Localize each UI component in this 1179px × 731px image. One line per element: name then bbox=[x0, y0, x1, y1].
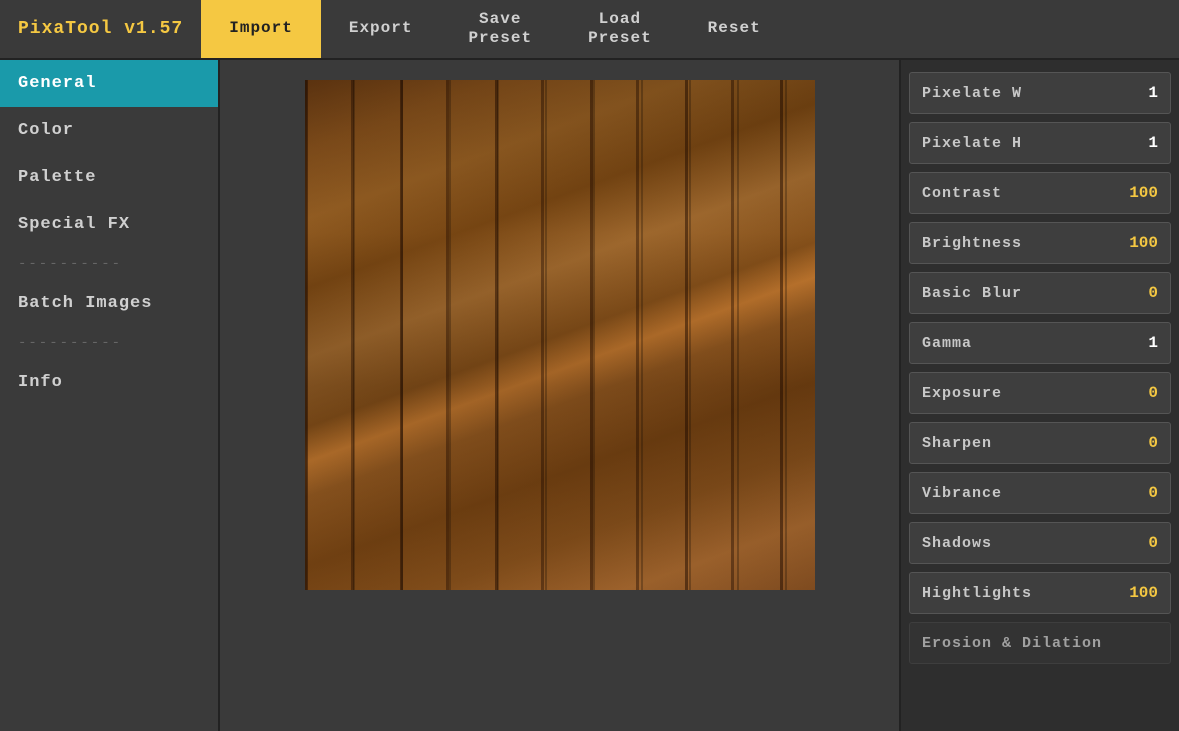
control-exposure[interactable]: Exposure 0 bbox=[909, 372, 1171, 414]
topbar: PixaTool v1.57 Import Export Save Preset… bbox=[0, 0, 1179, 60]
reset-button[interactable]: Reset bbox=[680, 0, 789, 58]
control-pixelate-h[interactable]: Pixelate H 1 bbox=[909, 122, 1171, 164]
sidebar-item-batch-images[interactable]: Batch Images bbox=[0, 280, 218, 327]
control-basic-blur[interactable]: Basic Blur 0 bbox=[909, 272, 1171, 314]
basic-blur-label: Basic Blur bbox=[922, 285, 1022, 302]
highlights-label: Hightlights bbox=[922, 585, 1032, 602]
brightness-label: Brightness bbox=[922, 235, 1022, 252]
highlights-value: 100 bbox=[1129, 584, 1158, 602]
import-button[interactable]: Import bbox=[201, 0, 321, 58]
sidebar-item-special-fx[interactable]: Special FX bbox=[0, 201, 218, 248]
sidebar-divider-2: ---------- bbox=[0, 327, 218, 359]
control-erosion-dilation[interactable]: Erosion & Dilation bbox=[909, 622, 1171, 664]
shadows-value: 0 bbox=[1148, 534, 1158, 552]
control-sharpen[interactable]: Sharpen 0 bbox=[909, 422, 1171, 464]
control-highlights[interactable]: Hightlights 100 bbox=[909, 572, 1171, 614]
contrast-label: Contrast bbox=[922, 185, 1002, 202]
right-panel: Pixelate W 1 Pixelate H 1 Contrast 100 B… bbox=[899, 60, 1179, 731]
vibrance-label: Vibrance bbox=[922, 485, 1002, 502]
brightness-value: 100 bbox=[1129, 234, 1158, 252]
sharpen-label: Sharpen bbox=[922, 435, 992, 452]
pixelate-h-value: 1 bbox=[1148, 134, 1158, 152]
pixelate-h-label: Pixelate H bbox=[922, 135, 1022, 152]
exposure-value: 0 bbox=[1148, 384, 1158, 402]
sidebar: General Color Palette Special FX -------… bbox=[0, 60, 220, 731]
exposure-label: Exposure bbox=[922, 385, 1002, 402]
pixelate-w-value: 1 bbox=[1148, 84, 1158, 102]
erosion-dilation-label: Erosion & Dilation bbox=[922, 635, 1102, 652]
sidebar-divider-1: ---------- bbox=[0, 248, 218, 280]
control-gamma[interactable]: Gamma 1 bbox=[909, 322, 1171, 364]
basic-blur-value: 0 bbox=[1148, 284, 1158, 302]
app-brand: PixaTool v1.57 bbox=[0, 0, 201, 58]
sidebar-item-info[interactable]: Info bbox=[0, 359, 218, 406]
sidebar-item-general[interactable]: General bbox=[0, 60, 218, 107]
control-pixelate-w[interactable]: Pixelate W 1 bbox=[909, 72, 1171, 114]
gamma-value: 1 bbox=[1148, 334, 1158, 352]
save-preset-button[interactable]: Save Preset bbox=[440, 0, 560, 58]
image-preview bbox=[305, 80, 815, 590]
contrast-value: 100 bbox=[1129, 184, 1158, 202]
control-contrast[interactable]: Contrast 100 bbox=[909, 172, 1171, 214]
sharpen-value: 0 bbox=[1148, 434, 1158, 452]
canvas-area bbox=[220, 60, 899, 731]
vibrance-value: 0 bbox=[1148, 484, 1158, 502]
sidebar-item-color[interactable]: Color bbox=[0, 107, 218, 154]
main-area: General Color Palette Special FX -------… bbox=[0, 60, 1179, 731]
control-shadows[interactable]: Shadows 0 bbox=[909, 522, 1171, 564]
export-button[interactable]: Export bbox=[321, 0, 441, 58]
shadows-label: Shadows bbox=[922, 535, 992, 552]
pixelate-w-label: Pixelate W bbox=[922, 85, 1022, 102]
load-preset-button[interactable]: Load Preset bbox=[560, 0, 680, 58]
control-brightness[interactable]: Brightness 100 bbox=[909, 222, 1171, 264]
gamma-label: Gamma bbox=[922, 335, 972, 352]
control-vibrance[interactable]: Vibrance 0 bbox=[909, 472, 1171, 514]
sidebar-item-palette[interactable]: Palette bbox=[0, 154, 218, 201]
